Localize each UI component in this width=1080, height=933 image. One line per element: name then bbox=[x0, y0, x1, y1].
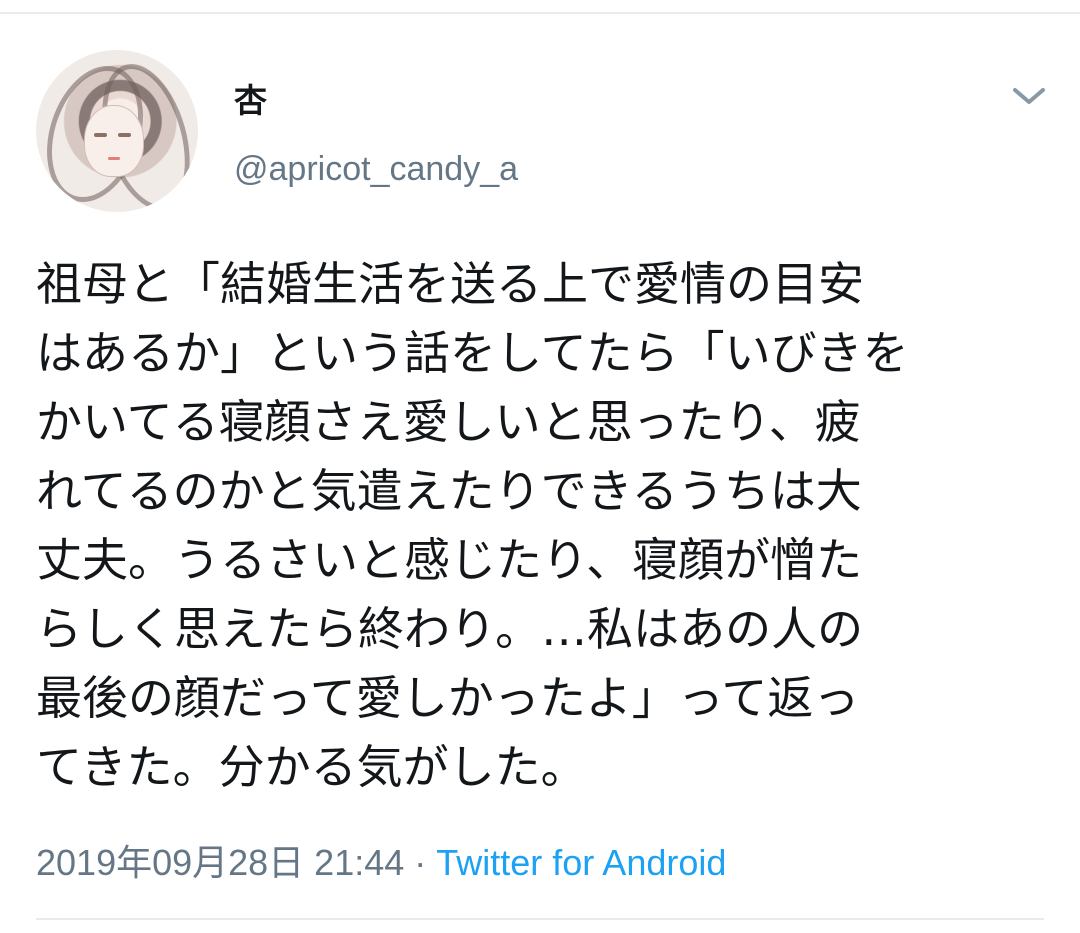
tweet-text-line-8: てきた。分かる気がした。 bbox=[36, 740, 587, 794]
avatar-right-eye bbox=[118, 133, 131, 137]
avatar-face bbox=[84, 105, 144, 177]
metadata-separator: · bbox=[404, 842, 437, 883]
tweet-source-link[interactable]: Twitter for Android bbox=[436, 842, 726, 883]
tweet-text-line-5: 丈夫。うるさいと感じたり、寝顔が憎た bbox=[36, 533, 863, 587]
bottom-divider bbox=[36, 918, 1044, 920]
tweet-text-line-1: 祖母と「結婚生活を送る上で愛情の目安 bbox=[36, 257, 864, 311]
user-handle[interactable]: @apricot_candy_a bbox=[234, 150, 518, 189]
avatar-left-eye bbox=[94, 133, 107, 137]
display-name[interactable]: 杏 bbox=[234, 74, 267, 122]
tweet-menu-button[interactable] bbox=[1002, 74, 1056, 118]
tweet-text: 祖母と「結婚生活を送る上で愛情の目安 はあるか」という話をしてたら「いびきを か… bbox=[36, 250, 1048, 802]
chevron-down-icon bbox=[1013, 88, 1045, 104]
tweet-text-line-7: 最後の顔だって愛しかったよ」って返っ bbox=[36, 671, 860, 725]
avatar-mouth bbox=[108, 157, 120, 160]
top-divider bbox=[0, 12, 1080, 14]
tweet-text-line-6: らしく思えたら終わり。…私はあの人の bbox=[36, 602, 864, 656]
tweet-text-line-2: はあるか」という話をしてたら「いびきを bbox=[36, 326, 909, 380]
tweet-metadata: 2019年09月28日 21:44 · Twitter for Android bbox=[36, 834, 726, 886]
tweet-text-line-3: かいてる寝顔さえ愛しいと思ったり、疲 bbox=[36, 395, 861, 449]
tweet-timestamp: 2019年09月28日 21:44 bbox=[36, 842, 405, 883]
tweet-text-line-4: れてるのかと気遣えたりできるうちは大 bbox=[36, 464, 862, 518]
profile-avatar[interactable] bbox=[36, 50, 198, 212]
